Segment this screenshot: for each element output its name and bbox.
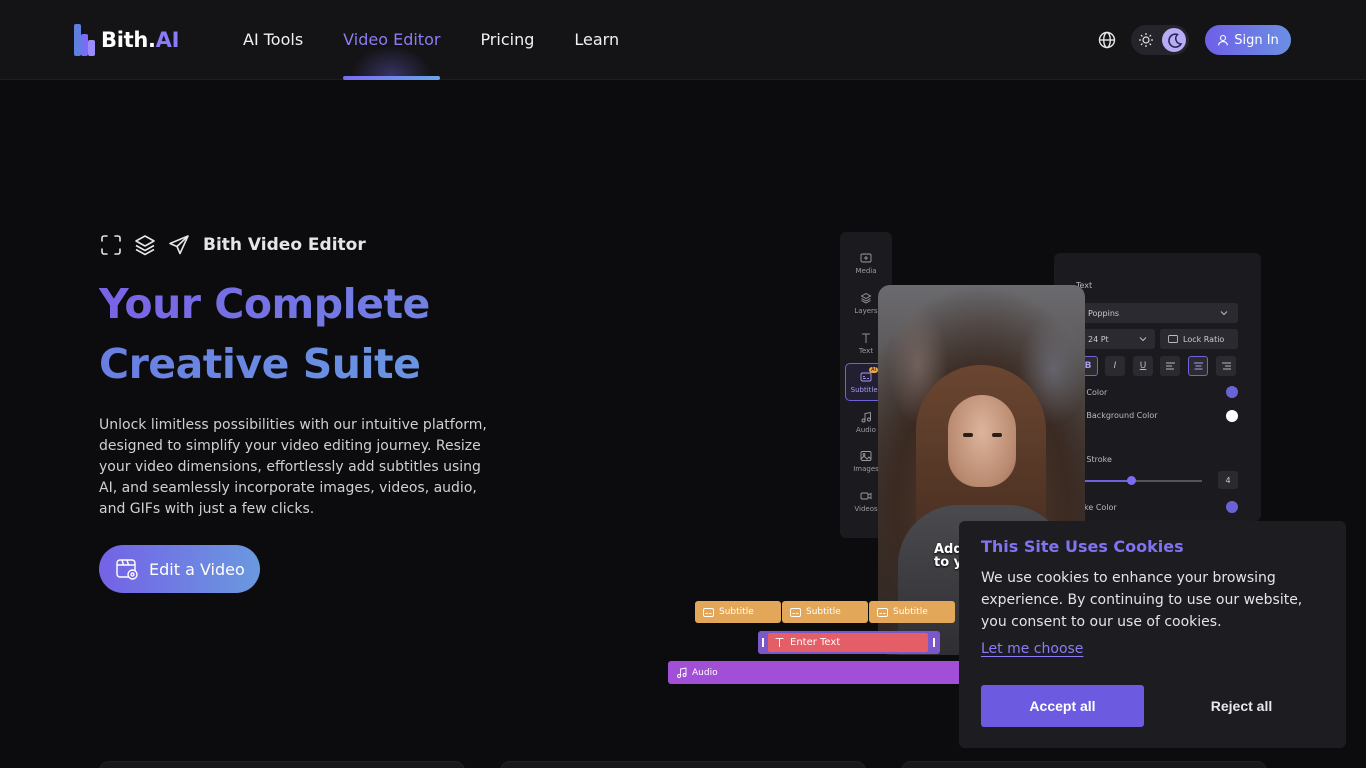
tool-label: Images <box>853 464 879 473</box>
logo-icon <box>74 24 96 56</box>
ai-badge: AI <box>869 367 878 373</box>
lock-ratio-icon <box>1168 335 1178 343</box>
hero-description: Unlock limitless possibilities with our … <box>99 417 487 517</box>
font-select[interactable]: Poppins <box>1080 303 1238 323</box>
underline-button[interactable]: U <box>1133 356 1153 376</box>
nav-learn[interactable]: Learn <box>574 0 619 80</box>
nav-video-editor[interactable]: Video Editor <box>343 0 441 80</box>
chevron-down-icon <box>1220 311 1228 316</box>
subtitle-clip[interactable]: Subtitle <box>869 601 955 623</box>
subtitle-clip[interactable]: Subtitle <box>695 601 781 623</box>
layers-icon <box>860 292 872 304</box>
trim-handle-right[interactable] <box>933 638 935 647</box>
audio-clip[interactable]: Audio <box>668 661 968 684</box>
trim-handle-left[interactable] <box>762 638 764 647</box>
cookie-text: We use cookies to enhance your browsing … <box>981 570 1303 630</box>
resize-icon <box>101 235 121 255</box>
edit-video-label: Edit a Video <box>149 559 245 579</box>
music-icon <box>861 411 871 422</box>
globe-icon[interactable] <box>1097 30 1117 50</box>
tool-label: Layers <box>854 306 878 315</box>
stroke-value[interactable]: 4 <box>1218 471 1238 489</box>
layers-icon <box>135 235 155 256</box>
video-edit-icon <box>116 559 138 580</box>
hero-title-line2: Creative Suite <box>99 334 619 394</box>
site-header: Bith.AI AI Tools Video Editor Pricing Le… <box>0 0 1366 80</box>
feature-card <box>500 761 866 768</box>
hero-title-line1: Your Complete <box>99 274 619 334</box>
text-bg-color-swatch[interactable] <box>1226 410 1238 422</box>
lock-ratio-toggle[interactable]: Lock Ratio <box>1160 329 1238 349</box>
stroke-slider-handle[interactable] <box>1127 476 1136 485</box>
tool-label: Audio <box>856 425 876 434</box>
clip-label: Audio <box>692 667 718 678</box>
lock-ratio-label: Lock Ratio <box>1183 334 1225 344</box>
font-size-select[interactable]: 24 Pt <box>1080 329 1155 349</box>
align-left-icon <box>1165 362 1175 370</box>
edit-video-button[interactable]: Edit a Video <box>99 545 260 593</box>
align-left-button[interactable] <box>1160 356 1180 376</box>
align-right-button[interactable] <box>1216 356 1236 376</box>
nav-pricing[interactable]: Pricing <box>480 0 534 80</box>
user-icon <box>1218 34 1229 46</box>
tool-label: Videos <box>854 504 878 513</box>
tool-label: Subtitles <box>850 385 882 394</box>
stroke-slider-track[interactable] <box>1076 480 1202 482</box>
italic-button[interactable]: I <box>1105 356 1125 376</box>
text-icon <box>775 638 784 647</box>
text-bg-color-label: xt Background Color <box>1076 411 1158 420</box>
tool-label: Media <box>855 266 877 275</box>
video-icon <box>860 492 872 499</box>
moon-icon <box>1162 28 1186 52</box>
tool-media[interactable]: Media <box>845 244 887 282</box>
size-value: 24 Pt <box>1088 334 1109 344</box>
let-me-choose-link[interactable]: Let me choose <box>981 641 1083 657</box>
align-center-icon <box>1193 362 1203 370</box>
subtitles-icon <box>877 607 888 617</box>
nav-ai-tools[interactable]: AI Tools <box>243 0 303 80</box>
image-icon <box>860 450 872 461</box>
send-icon <box>169 235 189 255</box>
clip-label: Enter Text <box>790 637 841 648</box>
text-color-swatch[interactable] <box>1226 386 1238 398</box>
feature-card <box>901 761 1267 768</box>
sign-in-label: Sign In <box>1234 32 1279 48</box>
cookie-banner: This Site Uses Cookies We use cookies to… <box>959 521 1346 748</box>
sun-icon <box>1139 33 1153 47</box>
subtitles-icon <box>790 607 801 617</box>
hero-title: Your Complete Creative Suite <box>99 274 619 394</box>
theme-toggle[interactable] <box>1131 25 1189 55</box>
media-icon <box>860 253 872 262</box>
align-center-button[interactable] <box>1188 356 1208 376</box>
clip-label: Subtitle <box>806 607 841 617</box>
text-clip[interactable]: Enter Text <box>758 631 940 654</box>
subtitle-clip[interactable]: Subtitle <box>782 601 868 623</box>
brand-name: Bith.AI <box>101 28 180 52</box>
cookie-title: This Site Uses Cookies <box>981 537 1184 556</box>
sign-in-button[interactable]: Sign In <box>1205 25 1291 55</box>
align-right-icon <box>1221 362 1231 370</box>
stroke-color-swatch[interactable] <box>1226 501 1238 513</box>
brand-logo[interactable]: Bith.AI <box>74 24 179 56</box>
portrait-image <box>948 395 1016 487</box>
clip-label: Subtitle <box>893 607 928 617</box>
text-icon <box>862 333 870 343</box>
font-value: Poppins <box>1088 308 1120 318</box>
eyebrow-label: Bith Video Editor <box>203 235 366 255</box>
subtitles-icon <box>703 607 714 617</box>
music-icon <box>677 667 687 678</box>
hero-eyebrow: Bith Video Editor <box>99 233 366 257</box>
clip-label: Subtitle <box>719 607 754 617</box>
main-nav: AI Tools Video Editor Pricing Learn <box>243 0 619 80</box>
feature-card <box>99 761 465 768</box>
chevron-down-icon <box>1139 337 1147 342</box>
accept-all-button[interactable]: Accept all <box>981 685 1144 727</box>
tool-label: Text <box>858 346 874 355</box>
reject-all-button[interactable]: Reject all <box>1159 685 1324 727</box>
text-properties-panel: Text Poppins 24 Pt Lock Ratio B I U xt C… <box>1054 253 1261 521</box>
